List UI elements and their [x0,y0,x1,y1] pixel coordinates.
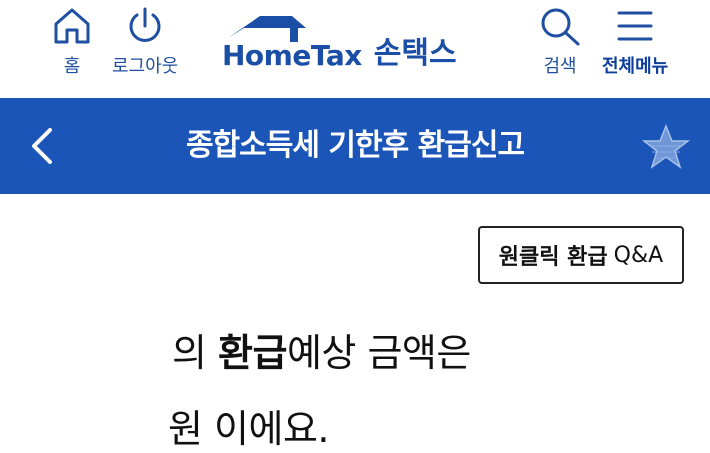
home-button[interactable]: 홈 [52,6,92,78]
qa-button-bold-text: 원클릭 환급 [498,245,608,270]
top-header: 홈 로그아웃 HomeTax 손택스 검색 전체메뉴 [0,0,710,98]
roof-icon [228,16,306,42]
title-bar: 종합소득세 기한후 환급신고 [0,98,710,194]
oneclick-refund-qa-button[interactable]: 원클릭 환급 Q&A [478,226,684,284]
search-icon [541,8,580,46]
qa-button-text: Q&A [613,242,664,268]
search-label: 검색 [543,56,577,77]
hometax-logo[interactable]: HomeTax 손택스 [222,12,457,72]
home-label: 홈 [63,56,81,77]
logo-text-ko: 손택스 [373,36,457,71]
favorite-star-icon[interactable] [642,124,690,170]
line1-suffix: 예상 금액은 [286,331,471,375]
logout-label: 로그아웃 [112,56,179,77]
all-menu-label: 전체메뉴 [602,56,669,77]
search-button[interactable]: 검색 [538,6,582,78]
hamburger-icon [617,11,653,41]
line1-strong: 환급 [218,331,287,375]
line1-prefix: 의 [172,331,219,375]
home-icon [54,8,90,44]
logout-button[interactable]: 로그아웃 [112,6,178,78]
all-menu-button[interactable]: 전체메뉴 [602,6,668,78]
page-title: 종합소득세 기한후 환급신고 [185,128,525,163]
refund-estimate-line: 의 환급예상 금액은 [172,322,471,377]
refund-amount-line: 원 이에요. [168,407,330,451]
power-icon [129,7,161,42]
